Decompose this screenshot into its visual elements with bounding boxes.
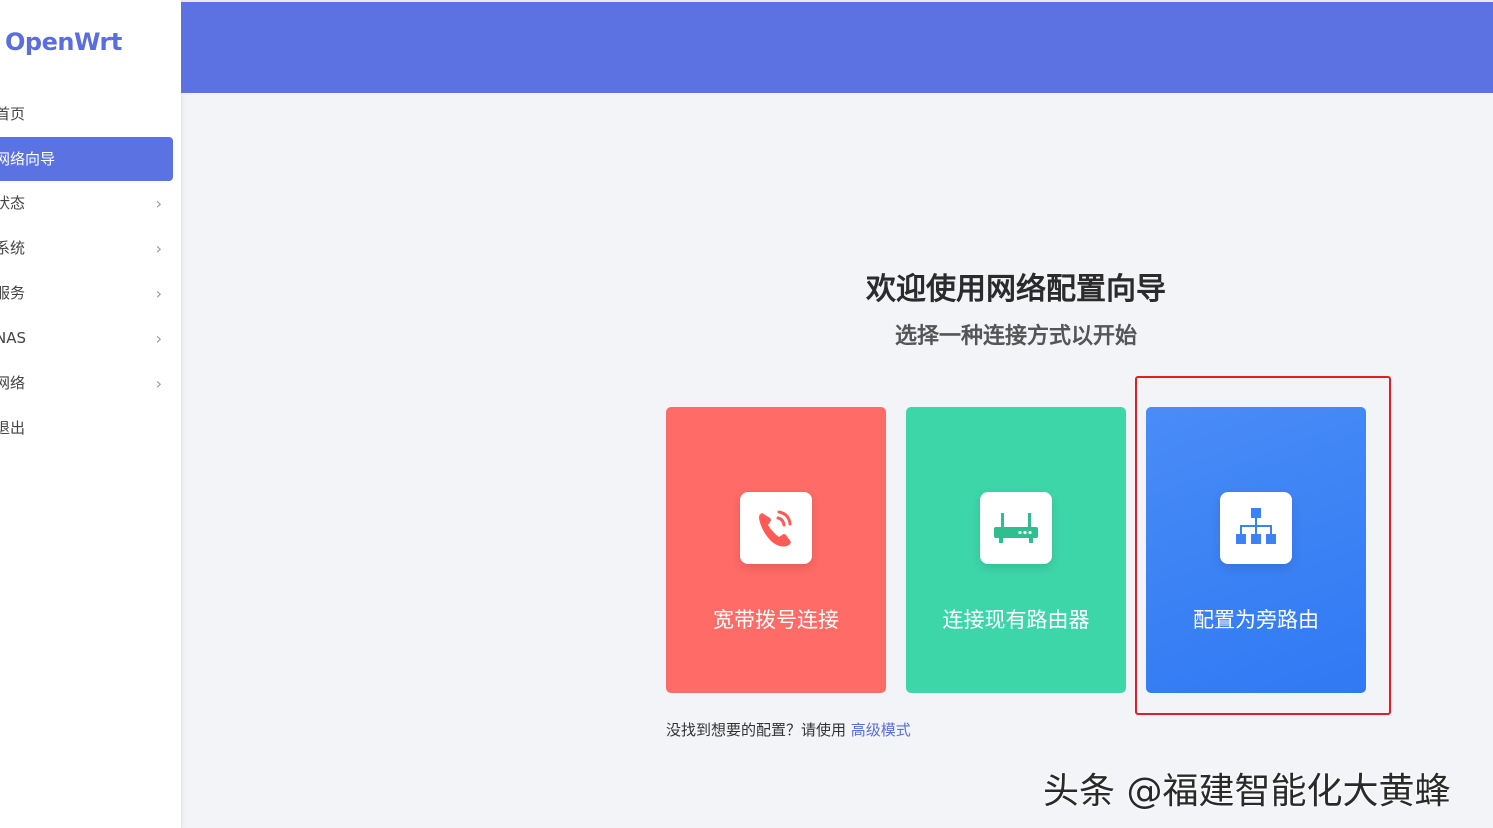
sidebar-item-label: 系统: [0, 239, 26, 257]
card-label: 连接现有路由器: [942, 608, 1090, 632]
sidebar: OpenWrt 首页 网络向导 状态 › 系统 › 服务 › NAS › 网络 …: [0, 0, 182, 828]
card-icon-box: [980, 492, 1052, 564]
sidebar-item-network-wizard[interactable]: 网络向导: [0, 137, 173, 181]
advanced-mode-link[interactable]: 高级模式: [851, 721, 911, 739]
page-subtitle: 选择一种连接方式以开始: [894, 324, 1137, 349]
chevron-right-icon: ›: [155, 329, 162, 348]
watermark: 头条 @福建智能化大黄蜂: [1043, 771, 1451, 812]
sidebar-item-label: 退出: [0, 419, 26, 437]
sidebar-item-logout[interactable]: 退出: [0, 406, 181, 451]
highlight-box: [1135, 376, 1391, 715]
app-logo[interactable]: OpenWrt: [5, 28, 122, 56]
hint-text: 没找到想要的配置？请使用: [666, 721, 847, 739]
sidebar-item-label: 网络向导: [0, 150, 56, 168]
advanced-mode-hint: 没找到想要的配置？请使用 高级模式: [666, 719, 911, 740]
sidebar-item-system[interactable]: 系统 ›: [0, 226, 181, 271]
sidebar-item-network[interactable]: 网络 ›: [0, 361, 181, 406]
sidebar-item-label: 状态: [0, 194, 26, 212]
sidebar-menu: 首页 网络向导 状态 › 系统 › 服务 › NAS › 网络 › 退出: [0, 92, 181, 451]
chevron-right-icon: ›: [155, 374, 162, 393]
sidebar-item-home[interactable]: 首页: [0, 92, 181, 137]
sidebar-item-services[interactable]: 服务 ›: [0, 271, 181, 316]
router-icon: [994, 513, 1038, 543]
card-icon-box: [740, 492, 812, 564]
header-bar: [181, 2, 1493, 93]
sidebar-item-status[interactable]: 状态 ›: [0, 181, 181, 226]
sidebar-item-nas[interactable]: NAS ›: [0, 316, 181, 361]
connect-router-card[interactable]: 连接现有路由器: [906, 407, 1126, 693]
chevron-right-icon: ›: [155, 194, 162, 213]
page-title: 欢迎使用网络配置向导: [866, 272, 1166, 307]
sidebar-item-label: 网络: [0, 374, 26, 392]
sidebar-item-label: NAS: [0, 329, 27, 347]
chevron-right-icon: ›: [155, 284, 162, 303]
chevron-right-icon: ›: [155, 239, 162, 258]
sidebar-item-label: 首页: [0, 105, 26, 123]
sidebar-item-label: 服务: [0, 284, 26, 302]
pppoe-dial-card[interactable]: 宽带拨号连接: [666, 407, 886, 693]
phone-icon: [759, 510, 792, 547]
card-label: 宽带拨号连接: [713, 608, 839, 632]
